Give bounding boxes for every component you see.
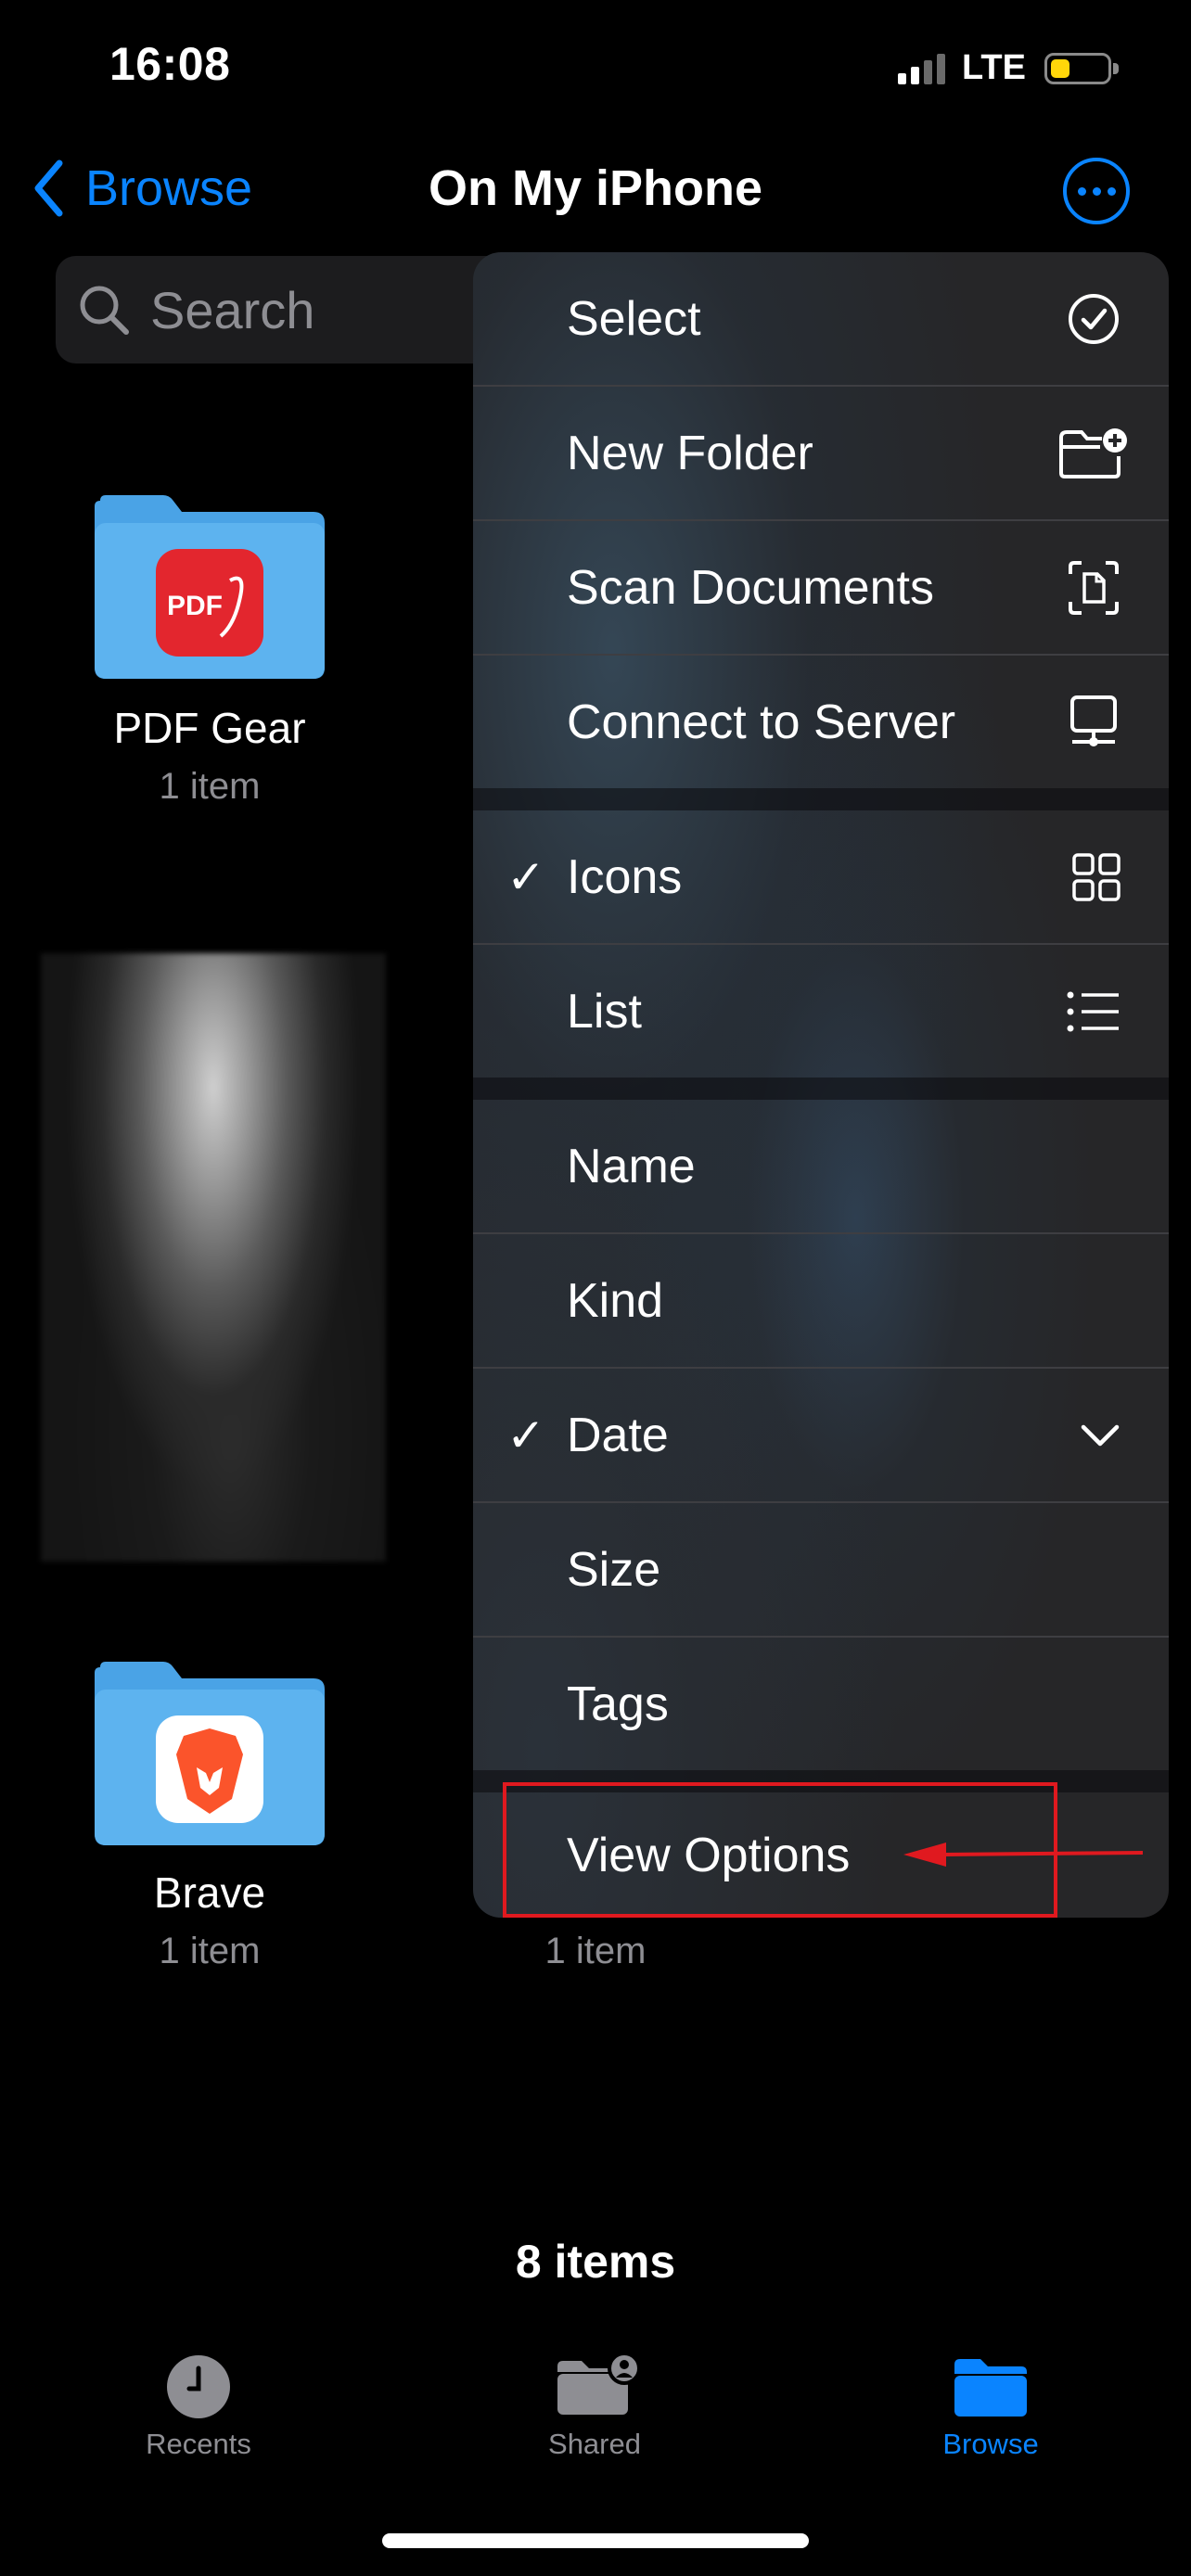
menu-item-label: Size bbox=[567, 1542, 661, 1597]
cellular-signal-icon bbox=[898, 53, 945, 84]
chevron-down-icon bbox=[1080, 1422, 1121, 1448]
items-count: 8 items bbox=[515, 2236, 676, 2288]
file-count: 1 item bbox=[159, 1931, 261, 1971]
menu-item-tags[interactable]: Tags bbox=[473, 1638, 1169, 1770]
back-button[interactable]: Browse bbox=[33, 159, 252, 217]
menu-item-label: Tags bbox=[567, 1677, 669, 1731]
doc-viewfinder-icon bbox=[1067, 559, 1121, 617]
file-item-pdf-gear[interactable]: PDF bbox=[91, 491, 328, 681]
server-display-icon bbox=[1067, 694, 1121, 751]
menu-item-label: Name bbox=[567, 1139, 696, 1193]
clock-icon bbox=[167, 2355, 230, 2418]
menu-item-name[interactable]: Name bbox=[473, 1100, 1169, 1232]
folder-icon bbox=[954, 2359, 1027, 2417]
tab-recents[interactable]: Recents bbox=[87, 2353, 310, 2461]
network-type: LTE bbox=[962, 48, 1026, 87]
file-item-brave[interactable] bbox=[91, 1658, 328, 1847]
menu-item-connect-to-server[interactable]: Connect to Server bbox=[473, 656, 1169, 788]
menu-item-size[interactable]: Size bbox=[473, 1503, 1169, 1636]
menu-item-label: Connect to Server bbox=[567, 695, 956, 749]
search-input[interactable] bbox=[148, 278, 523, 341]
blurred-thumbnail bbox=[41, 953, 386, 1562]
menu-item-kind[interactable]: Kind bbox=[473, 1234, 1169, 1367]
checkmark-circle-icon bbox=[1067, 292, 1121, 346]
ellipsis-circle-icon[interactable] bbox=[1063, 158, 1130, 224]
pdf-gear-folder-icon: PDF bbox=[95, 495, 325, 679]
battery-icon bbox=[1044, 52, 1119, 84]
menu-item-scan-documents[interactable]: Scan Documents bbox=[473, 521, 1169, 654]
tab-shared[interactable]: Shared bbox=[483, 2353, 706, 2461]
menu-item-icons[interactable]: ✓ Icons bbox=[473, 810, 1169, 943]
file-name: Brave bbox=[153, 1868, 266, 1917]
grid-icon bbox=[1072, 852, 1121, 901]
search-icon bbox=[80, 286, 129, 335]
shared-folder-icon bbox=[557, 2353, 639, 2415]
svg-text:PDF: PDF bbox=[167, 591, 223, 621]
menu-item-label: New Folder bbox=[567, 426, 813, 480]
menu-item-new-folder[interactable]: New Folder bbox=[473, 387, 1169, 519]
tab-label: Browse bbox=[942, 2428, 1039, 2460]
status-indicators: LTE bbox=[898, 48, 1119, 88]
checkmark-icon: ✓ bbox=[506, 850, 545, 903]
brave-folder-icon bbox=[95, 1662, 325, 1845]
menu-item-label: Kind bbox=[567, 1273, 664, 1328]
file-name: PDF Gear bbox=[113, 704, 306, 752]
menu-item-label: Scan Documents bbox=[567, 560, 934, 615]
status-time: 16:08 bbox=[109, 38, 231, 90]
checkmark-icon: ✓ bbox=[506, 1409, 545, 1461]
file-count: 1 item bbox=[544, 1931, 647, 1971]
home-indicator[interactable] bbox=[382, 2533, 809, 2548]
tab-label: Shared bbox=[548, 2428, 641, 2460]
menu-item-list[interactable]: List bbox=[473, 945, 1169, 1078]
menu-item-label: List bbox=[567, 984, 642, 1039]
menu-item-label: Date bbox=[567, 1408, 669, 1462]
context-menu: Select New Folder Scan Documents Connect… bbox=[473, 252, 1169, 1918]
tab-browse[interactable]: Browse bbox=[879, 2353, 1102, 2461]
file-count: 1 item bbox=[159, 766, 261, 807]
chevron-left-icon bbox=[34, 159, 63, 217]
back-button-label: Browse bbox=[85, 160, 253, 216]
annotation-arrow-icon bbox=[903, 1843, 1144, 1867]
tab-label: Recents bbox=[146, 2428, 251, 2460]
menu-item-date[interactable]: ✓ Date bbox=[473, 1369, 1169, 1501]
menu-item-label: Icons bbox=[567, 849, 683, 904]
menu-item-label: Select bbox=[567, 291, 701, 346]
menu-item-select[interactable]: Select bbox=[473, 252, 1169, 385]
list-bullet-icon bbox=[1067, 990, 1121, 1033]
folder-badge-plus-icon bbox=[1057, 427, 1128, 480]
